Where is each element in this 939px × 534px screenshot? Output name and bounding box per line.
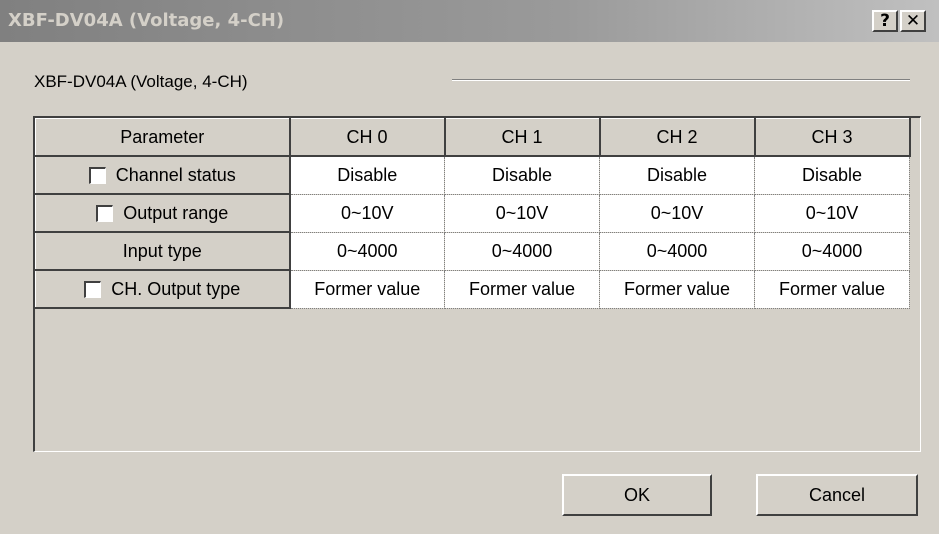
ok-button[interactable]: OK bbox=[562, 474, 712, 516]
grid-cell[interactable]: 0~10V bbox=[754, 194, 910, 233]
grid-cell[interactable]: Disable bbox=[289, 156, 445, 195]
grid-header-row: Parameter CH 0 CH 1 CH 2 CH 3 bbox=[35, 118, 911, 157]
grid-cell[interactable]: Former value bbox=[599, 270, 755, 309]
column-header-ch3: CH 3 bbox=[754, 118, 911, 157]
row-checkbox[interactable] bbox=[84, 280, 102, 298]
close-button[interactable]: ✕ bbox=[900, 10, 926, 32]
grid-cell[interactable]: Disable bbox=[754, 156, 910, 195]
window-title: XBF-DV04A (Voltage, 4-CH) bbox=[8, 10, 285, 31]
column-header-ch2: CH 2 bbox=[599, 118, 756, 157]
table-row: Channel status Disable Disable Disable Disab… bbox=[35, 155, 910, 195]
close-icon: ✕ bbox=[905, 11, 921, 31]
grid-cell[interactable]: 0~4000 bbox=[444, 232, 600, 271]
row-checkbox[interactable] bbox=[88, 166, 106, 184]
table-row: Output range 0~10V 0~10V 0~10V 0~10V bbox=[35, 193, 910, 233]
row-label: CH. Output type bbox=[111, 278, 241, 299]
grid-cell[interactable]: 0~4000 bbox=[754, 232, 910, 271]
row-checkbox[interactable] bbox=[96, 204, 114, 222]
grid-cell[interactable]: Former value bbox=[444, 270, 600, 309]
row-header[interactable]: CH. Output type bbox=[35, 269, 291, 309]
help-button[interactable]: ? bbox=[872, 10, 898, 32]
grid-cell[interactable]: Disable bbox=[444, 156, 600, 195]
column-header-parameter: Parameter bbox=[35, 118, 291, 157]
cancel-button[interactable]: Cancel bbox=[756, 474, 918, 516]
grid-cell[interactable]: 0~10V bbox=[599, 194, 755, 233]
help-icon: ? bbox=[880, 11, 890, 31]
grid-cell[interactable]: Disable bbox=[599, 156, 755, 195]
column-header-ch0: CH 0 bbox=[289, 118, 446, 157]
row-header[interactable]: Input type bbox=[35, 231, 291, 271]
grid-cell[interactable]: Former value bbox=[289, 270, 445, 309]
table-row: CH. Output type Former value Former value F… bbox=[35, 269, 910, 309]
row-label: Input type bbox=[122, 240, 202, 261]
row-header[interactable]: Output range bbox=[35, 193, 291, 233]
grid-cell[interactable]: 0~4000 bbox=[289, 232, 445, 271]
grid-cell[interactable]: 0~4000 bbox=[599, 232, 755, 271]
grid-cell[interactable]: 0~10V bbox=[289, 194, 445, 233]
column-header-ch1: CH 1 bbox=[444, 118, 601, 157]
module-parameter-dialog: XBF-DV04A (Voltage, 4-CH) ? ✕ XBF-DV04A … bbox=[0, 0, 939, 534]
row-header[interactable]: Channel status bbox=[35, 155, 291, 195]
row-label: Channel status bbox=[115, 164, 236, 185]
parameter-table: Parameter CH 0 CH 1 CH 2 CH 3 Channel status D… bbox=[35, 118, 911, 309]
group-label: XBF-DV04A (Voltage, 4-CH) bbox=[34, 72, 248, 91]
parameter-grid[interactable]: Parameter CH 0 CH 1 CH 2 CH 3 Channel status D… bbox=[33, 116, 921, 452]
table-row: Input type 0~4000 0~4000 0~4000 0~4000 bbox=[35, 231, 910, 271]
grid-cell[interactable]: 0~10V bbox=[444, 194, 600, 233]
row-label: Output range bbox=[123, 202, 229, 223]
grid-cell[interactable]: Former value bbox=[754, 270, 910, 309]
title-bar[interactable]: XBF-DV04A (Voltage, 4-CH) ? ✕ bbox=[0, 0, 939, 42]
group-divider bbox=[452, 79, 910, 81]
